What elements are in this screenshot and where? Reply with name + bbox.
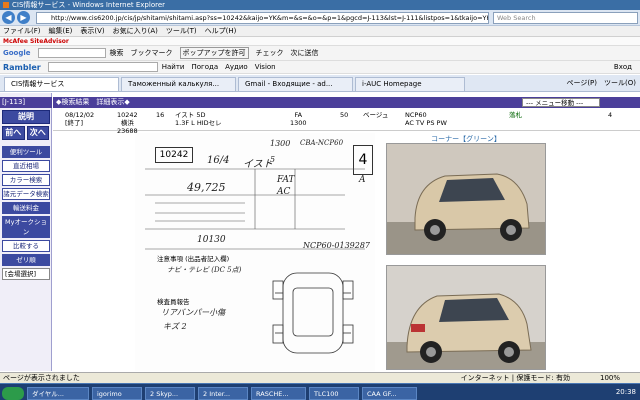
tools-menu[interactable]: ツール(O) [604, 75, 636, 92]
security-zone: インターネット | 保護モード: 有効 [460, 373, 570, 382]
tab-tools: ページ(P) ツール(O) [559, 75, 640, 92]
result-status: 落札 [509, 111, 522, 119]
explain-button[interactable]: 説明 [2, 110, 50, 124]
menu-jump-select[interactable]: --- メニュー移動 --- [522, 98, 600, 107]
ie-icon [3, 2, 9, 8]
car-front-image [387, 144, 545, 254]
menu-edit[interactable]: 編集(E) [49, 26, 73, 37]
compare-button[interactable]: 比較する [2, 240, 50, 252]
spec-search-button[interactable]: 諸元データ検索 [2, 188, 50, 200]
auction-sheet: 10242 16/4 イスト 1300 CBA-NCP60 5 4 A 49,7… [135, 133, 375, 371]
forward-button[interactable]: ▶ [17, 11, 30, 24]
menu-file[interactable]: ファイル(F) [3, 26, 41, 37]
popup-allow-button[interactable]: ポップアップを許可 [179, 47, 249, 59]
rambler-search-input[interactable] [47, 62, 158, 72]
rambler-toolbar: Rambler Найти Погода Аудио Vision Вход [0, 61, 640, 74]
type-cc: FA 1300 [290, 111, 307, 127]
auction-date: 08/12/02 [終了] [65, 111, 95, 127]
lot-info: 10242 横浜 23688 [117, 111, 138, 135]
rambler-find-button[interactable]: Найти [162, 61, 185, 74]
check-button[interactable]: チェック [256, 46, 284, 61]
menu-view[interactable]: 表示(V) [80, 26, 104, 37]
menu-tools[interactable]: ツール(T) [166, 26, 197, 37]
status-bar: ページが表示されました インターネット | 保護モード: 有効 100% [0, 372, 640, 383]
color-search-button[interactable]: カラー検索 [2, 174, 50, 186]
start-button[interactable] [2, 386, 24, 400]
zoom-level[interactable]: 100% [600, 373, 620, 384]
tab-bar: CIS情報サービス Таможенный калькуля... Gmail -… [0, 75, 640, 92]
taskbar-item-5[interactable]: RASCHE... [251, 386, 306, 400]
login-button[interactable]: Вход [614, 61, 632, 74]
tools-heading[interactable]: 便利ツール [2, 146, 50, 158]
col3: 4 [608, 111, 613, 119]
prev-button[interactable]: 前へ [2, 126, 25, 140]
taskbar-item-4[interactable]: 2 Inter... [198, 386, 248, 400]
page-menu[interactable]: ページ(P) [566, 75, 597, 92]
clock: 20:38 [615, 387, 636, 396]
rambler-logo: Rambler [3, 62, 41, 72]
mcafee-label[interactable]: McAfee SiteAdvisor [3, 38, 69, 45]
venue-select[interactable]: [会場選択] [2, 268, 50, 280]
url-input[interactable]: http://www.cis6200.jp/cis/jp/shitami/shi… [36, 12, 489, 24]
car-color: ベージュ [363, 111, 389, 119]
next-button[interactable]: 次へ [26, 126, 49, 140]
window-titlebar: CIS情報サービス - Windows Internet Explorer [0, 0, 640, 10]
car-rear-image [387, 266, 545, 369]
taskbar-item-7[interactable]: CAA GF... [362, 386, 417, 400]
taskbar-item-2[interactable]: igorimo [92, 386, 142, 400]
tab-cis[interactable]: CIS情報サービス [4, 77, 119, 91]
taskbar-item-1[interactable]: ダイヤル... [27, 386, 89, 400]
tab-gmail[interactable]: Gmail - Входящие - ad... [238, 77, 353, 91]
car-photo-rear[interactable] [386, 265, 546, 370]
vision-button[interactable]: Vision [255, 61, 276, 74]
send-next-button[interactable]: 次に送信 [291, 46, 319, 61]
window-title: CIS情報サービス - Windows Internet Explorer [12, 1, 166, 9]
col2: 50 [340, 111, 349, 119]
tab-customs[interactable]: Таможенный калькуля... [121, 77, 236, 91]
col1: 16 [156, 111, 165, 119]
tab-iauc[interactable]: i-AUC Homepage [355, 77, 465, 91]
sidebar: [J-113] 説明 前へ 次へ 便利ツール 直近相場 カラー検索 諸元データ検… [0, 93, 52, 371]
weather-button[interactable]: Погода [191, 61, 218, 74]
result-title: ◆検索結果 詳細表示◆ [56, 98, 130, 106]
detail-row: 08/12/02 [終了] 10242 横浜 23688 16 イスト 5D 1.3F … [53, 109, 640, 135]
back-button[interactable]: ◀ [2, 11, 15, 24]
result-header: ◆検索結果 詳細表示◆ --- メニュー移動 --- [53, 97, 640, 108]
model-equip: NCP60 AC TV PS PW [405, 111, 447, 127]
google-logo: Google [3, 48, 31, 57]
mcafee-toolbar: McAfee SiteAdvisor [0, 37, 640, 46]
menu-favorites[interactable]: お気に入り(A) [113, 26, 158, 37]
market-button[interactable]: 直近相場 [2, 160, 50, 172]
sheet-lines-svg [145, 168, 365, 354]
pager: 前へ 次へ [2, 126, 49, 140]
taskbar-item-6[interactable]: TLC100 [309, 386, 359, 400]
status-text: ページが表示されました [3, 373, 80, 382]
menu-bar: ファイル(F) 編集(E) 表示(V) お気に入り(A) ツール(T) ヘルプ(… [0, 26, 640, 37]
my-auction-button[interactable]: Myオークション [2, 216, 50, 238]
audio-button[interactable]: Аудио [225, 61, 248, 74]
sort-button[interactable]: ゼリ順 [2, 254, 50, 266]
car-diagram [272, 272, 354, 354]
google-search-button[interactable]: 検索 [110, 46, 124, 61]
web-search-input[interactable]: Web Search [493, 12, 638, 24]
car-name: イスト 5D 1.3F L HIDセレ [175, 111, 222, 127]
car-photo-front[interactable] [386, 143, 546, 255]
google-search-input[interactable] [37, 48, 106, 58]
google-toolbar: Google 検索 ブックマーク ポップアップを許可 チェック 次に送信 [0, 46, 640, 61]
menu-help[interactable]: ヘルプ(H) [205, 26, 237, 37]
taskbar: ダイヤル... igorimo 2 Skyp... 2 Inter... RAS… [0, 383, 640, 400]
taskbar-item-3[interactable]: 2 Skyp... [145, 386, 195, 400]
bookmark-button[interactable]: ブックマーク [131, 46, 173, 61]
sidebar-code: [J-113] [0, 97, 52, 108]
shipping-button[interactable]: 輸送料金 [2, 202, 50, 214]
page-content: [J-113] 説明 前へ 次へ 便利ツール 直近相場 カラー検索 諸元データ検… [0, 93, 640, 371]
corner-label: コーナー【グリーン】 [431, 135, 501, 143]
